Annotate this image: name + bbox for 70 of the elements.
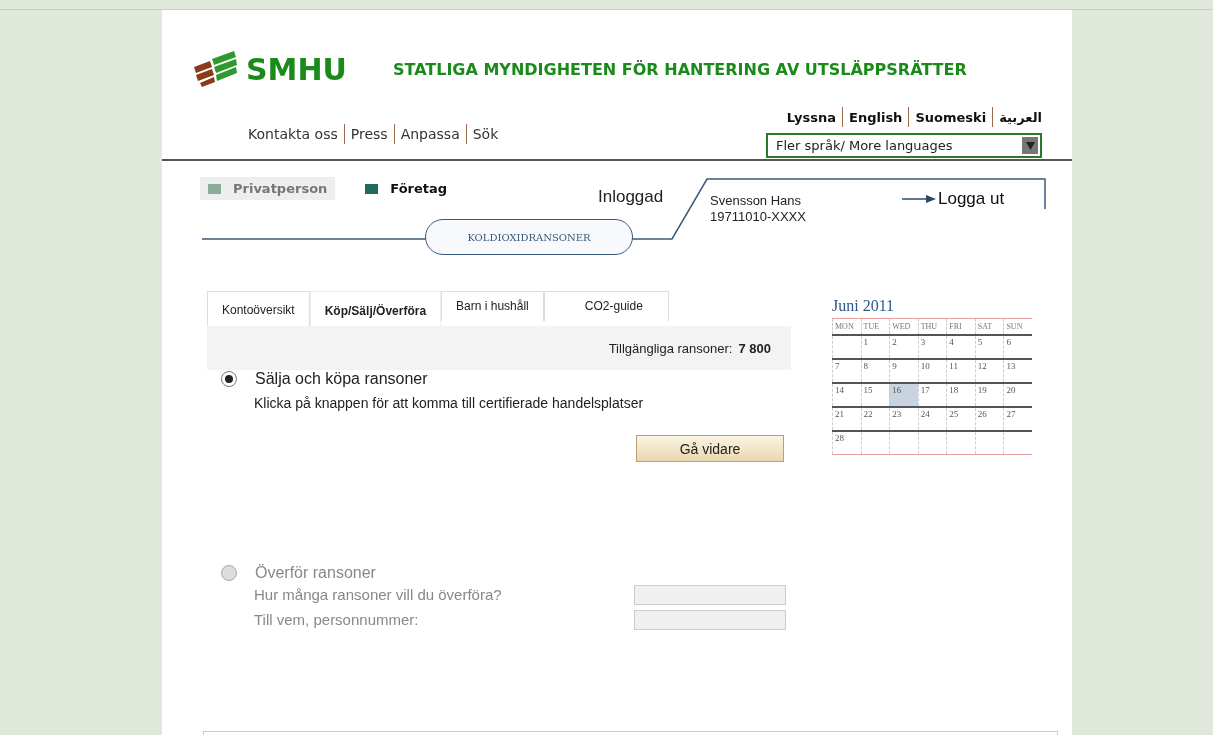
logo-text: SMHU — [246, 51, 347, 87]
tab[interactable]: Kontoöversikt — [207, 291, 310, 326]
calendar-day[interactable]: 5 — [974, 336, 1004, 358]
calendar-day[interactable]: 6 — [1003, 336, 1032, 358]
nav-link[interactable]: Sök — [472, 125, 499, 142]
calendar-day[interactable]: 20 — [1003, 384, 1032, 406]
calendar-day[interactable]: 1 — [860, 336, 890, 358]
calendar-day[interactable]: 27 — [1003, 408, 1032, 430]
nav-link[interactable]: Anpassa — [400, 125, 460, 142]
calendar-day[interactable]: 28 — [832, 432, 861, 454]
calendar-day[interactable]: 16 — [889, 384, 918, 406]
weekday-label: THU — [917, 319, 947, 334]
weekday-label: TUE — [860, 319, 890, 334]
calendar-day[interactable]: 13 — [1003, 360, 1032, 382]
nav-link[interactable]: Kontakta oss — [248, 125, 338, 142]
calendar-day[interactable]: 26 — [974, 408, 1004, 430]
available-label: Tillgängliga ransoner: — [608, 340, 733, 356]
option-label: Sälja och köpa ransoner — [255, 370, 428, 388]
login-label: Inloggad — [598, 187, 664, 207]
calendar-day[interactable]: 23 — [889, 408, 918, 430]
weekday-label: SUN — [1003, 319, 1032, 334]
calendar-day[interactable]: 14 — [832, 384, 861, 406]
calendar-day[interactable]: 4 — [946, 336, 975, 358]
calendar-day[interactable]: 3 — [917, 336, 947, 358]
option-description: Klicka på knappen för att komma till certifierade handelsplatser — [254, 395, 645, 411]
logout-link[interactable]: Logga ut — [902, 189, 1005, 209]
calendar-day[interactable]: 22 — [860, 408, 890, 430]
field-label: Till vem, personnummer: — [254, 611, 419, 628]
calendar-day[interactable]: 21 — [832, 408, 861, 430]
square-icon — [365, 183, 379, 194]
available-value: 7 800 — [738, 340, 771, 356]
calendar-day[interactable]: 10 — [917, 360, 947, 382]
weekday-label: SAT — [974, 319, 1004, 334]
nav-link[interactable]: Press — [350, 125, 388, 142]
calendar-day[interactable]: 18 — [946, 384, 975, 406]
calendar-day[interactable]: 7 — [832, 360, 861, 382]
field-label: Hur många ransoner vill du överföra? — [254, 586, 502, 603]
language-link[interactable]: العربية — [999, 109, 1042, 125]
weekday-label: WED — [889, 319, 918, 334]
calendar-day[interactable]: 8 — [860, 360, 890, 382]
calendar-day[interactable]: 24 — [917, 408, 947, 430]
option-label: Överför ransoner — [255, 564, 376, 582]
calendar-day[interactable]: 19 — [974, 384, 1004, 406]
logo-icon — [192, 51, 238, 87]
user-name: Svensson Hans — [710, 193, 803, 209]
square-icon — [208, 183, 221, 194]
tab[interactable]: Köp/Sälj/Överföra — [309, 291, 442, 326]
language-link[interactable]: English — [849, 109, 903, 125]
calendar-day[interactable]: 2 — [889, 336, 918, 358]
segment-tab[interactable]: Företag — [357, 177, 456, 200]
calendar-day[interactable]: 25 — [946, 408, 975, 430]
language-link[interactable]: Lyssna — [786, 109, 837, 125]
site-tagline: STATLIGA MYNDIGHETEN FÖR HANTERING AV UTSLÄPPSRÄTTER — [392, 59, 967, 79]
language-link[interactable]: Suomeski — [915, 109, 987, 125]
user-id: 19711010-XXXX — [710, 209, 806, 225]
tab[interactable]: CO2-guide — [543, 291, 669, 321]
tab[interactable]: Barn i hushåll — [441, 291, 544, 321]
weekday-label: FRI — [946, 319, 975, 334]
language-dropdown[interactable]: Fler språk/ More languages — [766, 133, 1042, 158]
radio-button[interactable] — [221, 371, 237, 387]
calendar-title: Juni 2011 — [832, 297, 896, 315]
weekday-label: MON — [832, 319, 861, 334]
calendar-day[interactable]: 11 — [946, 360, 975, 382]
arrow-icon — [902, 194, 936, 204]
section-pill: KOLDIOXIDRANSONER — [425, 219, 633, 255]
segment-tab[interactable]: Privatperson — [200, 177, 336, 200]
calendar-day[interactable]: 17 — [917, 384, 947, 406]
calendar-day[interactable]: 12 — [974, 360, 1004, 382]
calendar-day[interactable]: 9 — [889, 360, 918, 382]
continue-button[interactable]: Gå vidare — [636, 435, 784, 462]
